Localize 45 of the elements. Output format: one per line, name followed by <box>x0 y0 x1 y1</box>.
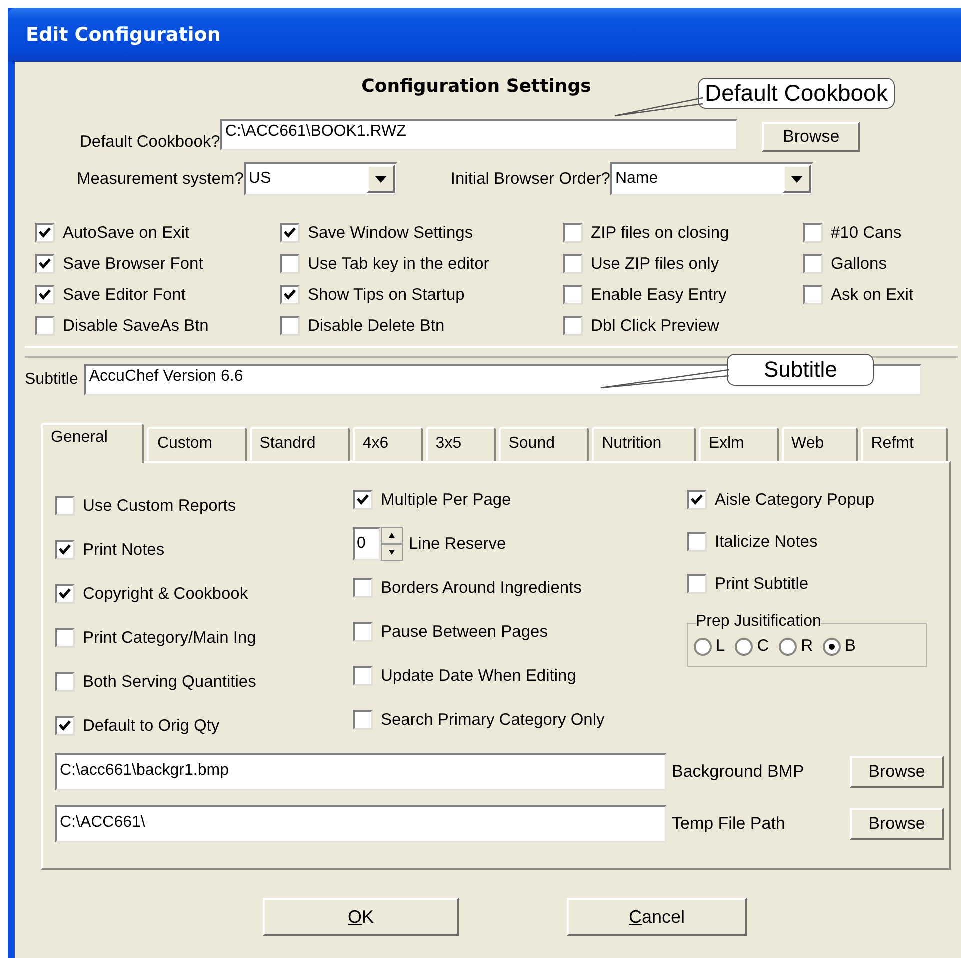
checkbox-label: Copyright & Cookbook <box>83 584 248 604</box>
field-label: Measurement system? <box>77 170 244 188</box>
checkbox-label: ZIP files on closing <box>591 224 730 242</box>
checkbox-label: Update Date When Editing <box>381 666 576 686</box>
field-label: Initial Browser Order? <box>450 170 610 188</box>
checkbox-label: Use Tab key in the editor <box>308 254 490 274</box>
settings-heading: Configuration Settings <box>362 76 592 97</box>
checkbox-label: Use Custom Reports <box>83 496 236 516</box>
checkbox-label: Multiple Per Page <box>381 490 512 510</box>
radio-label: C <box>757 637 770 656</box>
radio-label: L <box>716 637 726 656</box>
callout-tooltip: Subtitle <box>727 354 874 386</box>
checkbox-label: Default to Orig Qty <box>83 716 220 736</box>
checkbox-label: Disable SaveAs Btn <box>63 316 209 336</box>
checkbox-label: Print Category/Main Ing <box>83 628 256 648</box>
checkbox-label: Save Window Settings <box>308 224 474 242</box>
radio-label: R <box>801 637 814 656</box>
checkbox-label: Show Tips on Startup <box>308 286 465 304</box>
spinner-label: Line Reserve <box>409 534 506 554</box>
window-title: Edit Configuration <box>26 24 221 46</box>
checkbox-label: Enable Easy Entry <box>591 286 727 304</box>
callout-tooltip: Default Cookbook <box>698 78 895 109</box>
checkbox-label: Both Serving Quantities <box>83 672 256 692</box>
checkbox-label: Disable Delete Btn <box>308 316 445 336</box>
checkbox-label: Print Notes <box>83 540 165 560</box>
checkbox-label: Ask on Exit <box>831 286 914 304</box>
checkbox-label: Borders Around Ingredients <box>381 578 582 598</box>
checkbox-label: Dbl Click Preview <box>591 316 720 336</box>
checkbox-label: AutoSave on Exit <box>63 224 190 242</box>
checkbox-label: Save Browser Font <box>63 254 204 274</box>
checkbox-label: Save Editor Font <box>63 286 186 304</box>
checkbox-label: Print Subtitle <box>715 574 809 594</box>
checkbox-label: Aisle Category Popup <box>715 490 875 510</box>
checkbox-label: Gallons <box>831 254 887 274</box>
checkbox-label: #10 Cans <box>831 224 902 242</box>
checkbox-label: Search Primary Category Only <box>381 710 605 730</box>
group-label: Prep Jusitification <box>696 613 822 631</box>
radio-label: B <box>845 637 856 656</box>
field-label: Background BMP <box>672 762 806 782</box>
checkbox-label: Use ZIP files only <box>591 254 720 274</box>
field-label: Default Cookbook? <box>80 132 220 152</box>
field-label: Subtitle <box>25 371 78 389</box>
checkbox-label: Italicize Notes <box>715 532 818 552</box>
checkbox-label: Pause Between Pages <box>381 622 548 642</box>
field-label: Temp File Path <box>672 814 786 834</box>
